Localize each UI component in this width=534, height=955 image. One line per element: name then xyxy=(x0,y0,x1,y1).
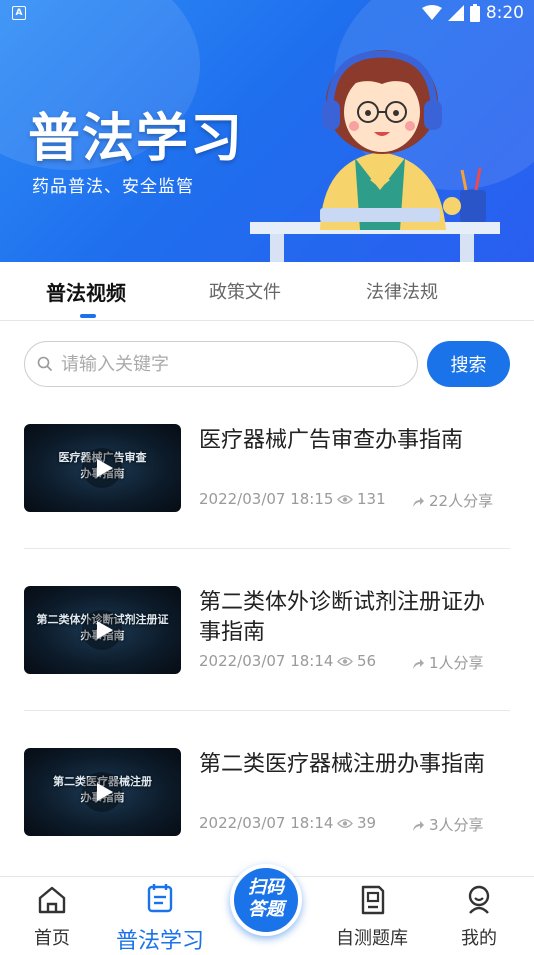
video-thumbnail[interactable]: 医疗器械广告审查 办事指南 xyxy=(24,424,181,512)
publish-date: 2022/03/07 18:14 xyxy=(199,814,334,832)
nav-question-bank[interactable]: 自测题库 xyxy=(336,883,408,950)
eye-icon xyxy=(337,494,353,504)
video-title[interactable]: 第二类医疗器械注册办事指南 xyxy=(199,750,504,780)
search-bar[interactable] xyxy=(24,341,418,387)
tab-policy-documents[interactable]: 政策文件 xyxy=(209,278,281,304)
search-input[interactable] xyxy=(59,348,399,380)
category-tabs: 普法视频 政策文件 法律法规 xyxy=(0,262,534,321)
profile-icon xyxy=(468,885,490,914)
share-count[interactable]: 1人分享 xyxy=(411,652,484,673)
nav-label: 首页 xyxy=(34,928,70,949)
divider xyxy=(24,548,510,549)
header-banner: A 8:20 普法学习 药品普法、安全监管 xyxy=(0,0,534,262)
share-icon xyxy=(413,820,424,831)
home-icon xyxy=(38,886,66,914)
play-icon[interactable] xyxy=(82,772,122,812)
question-bank-icon xyxy=(361,885,385,915)
battery-icon xyxy=(469,4,480,22)
video-thumbnail[interactable]: 第二类医疗器械注册 办事指南 xyxy=(24,748,181,836)
video-title[interactable]: 第二类体外诊断试剂注册证办事指南 xyxy=(199,588,504,648)
share-count[interactable]: 22人分享 xyxy=(411,490,493,511)
status-bar: A 8:20 xyxy=(0,0,534,28)
nav-label: 普法学习 xyxy=(116,929,205,954)
divider xyxy=(24,710,510,711)
play-icon[interactable] xyxy=(82,448,122,488)
eye-icon xyxy=(337,818,353,828)
banner-subtitle: 药品普法、安全监管 xyxy=(32,177,194,197)
nav-home[interactable]: 首页 xyxy=(34,883,70,950)
nav-profile[interactable]: 我的 xyxy=(461,883,497,950)
publish-date: 2022/03/07 18:14 xyxy=(199,652,334,670)
nav-law-study[interactable]: 普法学习 xyxy=(116,881,204,955)
search-icon xyxy=(37,356,53,372)
publish-date: 2022/03/07 18:15 xyxy=(199,490,334,508)
view-count: 39 xyxy=(337,814,376,832)
share-icon xyxy=(413,496,424,507)
tab-laws-regulations[interactable]: 法律法规 xyxy=(366,278,438,304)
search-button[interactable]: 搜索 xyxy=(427,341,510,387)
tab-law-videos[interactable]: 普法视频 xyxy=(46,277,126,306)
active-tab-indicator xyxy=(80,314,96,318)
video-title[interactable]: 医疗器械广告审查办事指南 xyxy=(199,426,504,456)
eye-icon xyxy=(337,656,353,666)
student-illustration xyxy=(250,50,500,262)
notes-icon xyxy=(147,884,173,913)
scan-button-line2: 答题 xyxy=(248,899,284,920)
video-thumbnail[interactable]: 第二类体外诊断试剂注册证 办事指南 xyxy=(24,586,181,674)
nav-label: 自测题库 xyxy=(336,928,408,949)
play-icon[interactable] xyxy=(82,610,122,650)
wifi-icon xyxy=(421,5,442,20)
clock: 8:20 xyxy=(485,3,524,23)
scan-answer-button[interactable]: 扫码 答题 xyxy=(230,864,302,936)
app-notification-icon: A xyxy=(12,6,26,20)
signal-icon xyxy=(447,5,464,21)
view-count: 56 xyxy=(337,652,376,670)
scan-button-line1: 扫码 xyxy=(248,877,284,898)
view-count: 131 xyxy=(337,490,386,508)
share-count[interactable]: 3人分享 xyxy=(411,814,484,835)
banner-title: 普法学习 xyxy=(28,109,245,169)
share-icon xyxy=(413,658,424,669)
nav-label: 我的 xyxy=(461,928,497,949)
